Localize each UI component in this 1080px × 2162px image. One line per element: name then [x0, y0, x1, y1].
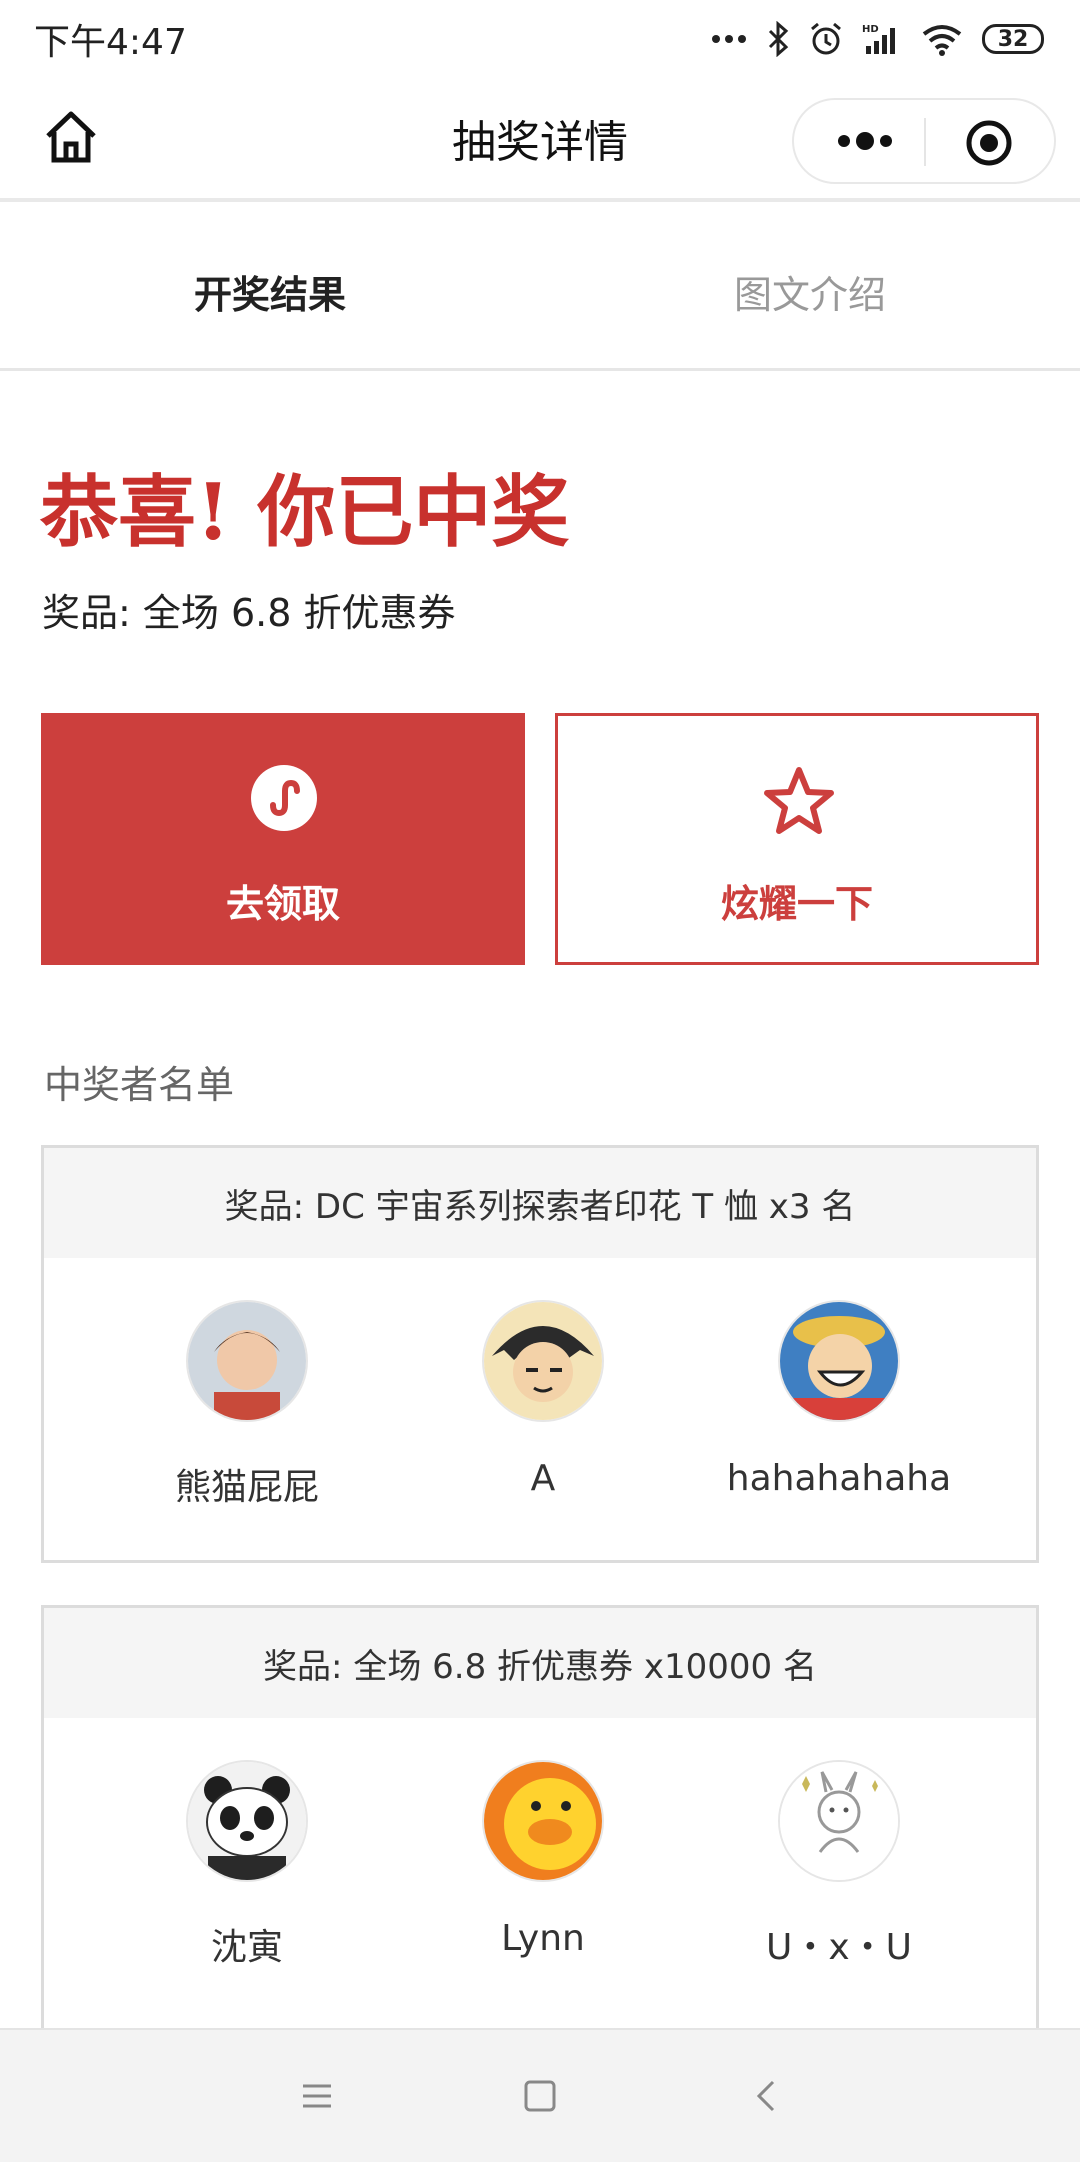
winner-name: Lynn: [501, 1918, 585, 1959]
winner-item[interactable]: 沈寅: [82, 1760, 412, 1970]
bluetooth-icon: [768, 21, 789, 57]
avatar: [186, 1760, 308, 1882]
mini-program-icon: [251, 765, 317, 831]
avatar: [482, 1300, 604, 1422]
winner-name: 熊猫屁屁: [174, 1467, 319, 1508]
tab-bar: 开奖结果 图文介绍: [0, 214, 1080, 371]
star-icon: [764, 767, 834, 834]
tab-intro[interactable]: 图文介绍: [540, 264, 1080, 319]
prize-group-card: 奖品: DC 宇宙系列探索者印花 T 恤 x3 名 熊猫屁屁 A hahahah…: [41, 1145, 1039, 1563]
close-target-icon[interactable]: [964, 118, 1014, 168]
battery-icon: 32: [982, 24, 1044, 54]
capsule-menu: [792, 98, 1056, 184]
alarm-icon: [811, 22, 841, 55]
more-icon[interactable]: [830, 121, 900, 161]
home-square-icon[interactable]: [518, 2074, 562, 2118]
winner-item[interactable]: A: [378, 1300, 708, 1499]
prize-group-header: 奖品: 全场 6.8 折优惠券 x10000 名: [44, 1608, 1036, 1718]
avatar: [482, 1760, 604, 1882]
menu-icon[interactable]: [295, 2074, 339, 2118]
won-prize: 奖品: 全场 6.8 折优惠券: [42, 591, 456, 635]
status-bar: 下午4:47 HD 32: [0, 0, 1080, 78]
winner-name: U・x・U: [765, 1927, 912, 1968]
avatar: [186, 1300, 308, 1422]
congrats-headline: 恭喜! 你已中奖: [40, 467, 570, 558]
status-icons: HD 32: [710, 21, 1044, 57]
winner-name: A: [530, 1458, 556, 1499]
back-icon[interactable]: [745, 2074, 789, 2118]
winner-item[interactable]: 熊猫屁屁: [82, 1300, 412, 1510]
show-off-label: 炫耀一下: [720, 882, 873, 926]
status-time: 下午4:47: [34, 22, 187, 63]
avatar: [778, 1300, 900, 1422]
nav-bar: 抽奖详情: [0, 78, 1080, 202]
wifi-icon: [922, 25, 962, 56]
capsule-divider: [924, 118, 926, 166]
winner-item[interactable]: hahahahaha: [674, 1300, 1004, 1499]
winner-name: hahahahaha: [726, 1458, 952, 1499]
winner-name: 沈寅: [210, 1927, 283, 1968]
claim-button[interactable]: 去领取: [41, 713, 525, 965]
winners-title: 中奖者名单: [44, 1063, 235, 1107]
dots-icon: [712, 35, 746, 43]
signal-icon: HD: [862, 24, 895, 54]
battery-level: 32: [997, 26, 1029, 52]
tab-results[interactable]: 开奖结果: [0, 264, 540, 319]
winner-item[interactable]: Lynn: [378, 1760, 708, 1959]
system-nav-bar: [0, 2028, 1080, 2162]
show-off-button[interactable]: 炫耀一下: [555, 713, 1039, 965]
winner-item[interactable]: U・x・U: [674, 1760, 1004, 1970]
claim-label: 去领取: [225, 882, 340, 926]
prize-group-header: 奖品: DC 宇宙系列探索者印花 T 恤 x3 名: [44, 1148, 1036, 1258]
avatar: [778, 1760, 900, 1882]
svg-text:HD: HD: [862, 24, 879, 35]
